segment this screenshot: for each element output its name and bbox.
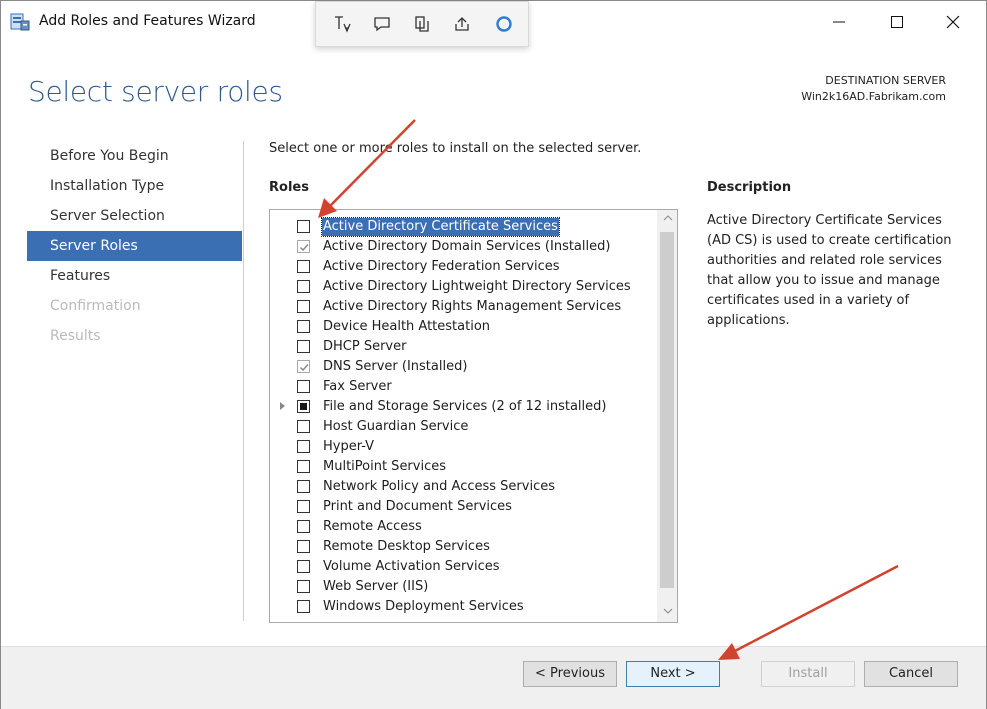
- role-checkbox[interactable]: [297, 600, 310, 613]
- nav-item-server-selection[interactable]: Server Selection: [27, 201, 242, 231]
- role-row[interactable]: Remote Access: [270, 517, 654, 537]
- role-label[interactable]: DNS Server (Installed): [323, 358, 467, 376]
- maximize-button[interactable]: [875, 7, 919, 37]
- scroll-up-icon[interactable]: [662, 214, 674, 225]
- role-checkbox[interactable]: [297, 520, 310, 533]
- role-row[interactable]: Remote Desktop Services: [270, 537, 654, 557]
- roles-list[interactable]: Active Directory Certificate Services Act…: [269, 209, 678, 623]
- role-checkbox[interactable]: [297, 480, 310, 493]
- role-label[interactable]: DHCP Server: [323, 338, 406, 356]
- cortana-circle-icon[interactable]: [494, 14, 514, 34]
- role-row[interactable]: MultiPoint Services: [270, 457, 654, 477]
- role-checkbox[interactable]: [297, 280, 310, 293]
- role-label[interactable]: Network Policy and Access Services: [323, 478, 555, 496]
- role-row[interactable]: Fax Server: [270, 377, 654, 397]
- server-manager-app-icon: [10, 13, 30, 31]
- role-label[interactable]: Active Directory Federation Services: [323, 258, 560, 276]
- role-label[interactable]: Hyper-V: [323, 438, 374, 456]
- nav-item-installation-type[interactable]: Installation Type: [27, 171, 242, 201]
- role-label[interactable]: Windows Deployment Services: [323, 598, 524, 616]
- role-checkbox[interactable]: [297, 580, 310, 593]
- role-checkbox[interactable]: [297, 460, 310, 473]
- cancel-button[interactable]: Cancel: [864, 661, 958, 687]
- role-checkbox[interactable]: [297, 560, 310, 573]
- previous-button[interactable]: < Previous: [523, 661, 617, 687]
- role-row[interactable]: Device Health Attestation: [270, 317, 654, 337]
- wizard-steps-nav: Before You Begin Installation Type Serve…: [27, 141, 242, 351]
- role-row[interactable]: Host Guardian Service: [270, 417, 654, 437]
- install-button: Install: [761, 661, 855, 687]
- role-label[interactable]: Remote Desktop Services: [323, 538, 490, 556]
- comment-icon[interactable]: [372, 14, 392, 34]
- destination-server-label: DESTINATION SERVER: [825, 74, 946, 87]
- role-label[interactable]: Web Server (IIS): [323, 578, 428, 596]
- role-checkbox[interactable]: [297, 440, 310, 453]
- roles-scrollbar[interactable]: [657, 210, 677, 622]
- role-label[interactable]: Device Health Attestation: [323, 318, 490, 336]
- share-icon[interactable]: [452, 14, 472, 34]
- role-row[interactable]: Active Directory Domain Services (Instal…: [270, 237, 654, 257]
- role-checkbox[interactable]: [297, 340, 310, 353]
- page-title: Select server roles: [28, 75, 283, 108]
- role-checkbox[interactable]: [297, 260, 310, 273]
- description-text: Active Directory Certificate Services (A…: [707, 213, 952, 328]
- nav-item-server-roles[interactable]: Server Roles: [27, 231, 242, 261]
- copy-icon[interactable]: [412, 14, 432, 34]
- role-checkbox: [297, 240, 310, 253]
- title-bar[interactable]: Add Roles and Features Wizard: [1, 1, 986, 47]
- role-label[interactable]: Active Directory Rights Management Servi…: [323, 298, 621, 316]
- role-checkbox[interactable]: [297, 400, 310, 413]
- role-checkbox[interactable]: [297, 300, 310, 313]
- close-button[interactable]: [931, 7, 975, 37]
- destination-server-name: Win2k16AD.Fabrikam.com: [801, 90, 946, 103]
- role-row[interactable]: File and Storage Services (2 of 12 insta…: [270, 397, 654, 417]
- role-label[interactable]: Active Directory Certificate Services: [321, 217, 560, 237]
- role-row[interactable]: Volume Activation Services: [270, 557, 654, 577]
- role-row[interactable]: Network Policy and Access Services: [270, 477, 654, 497]
- text-select-icon[interactable]: [332, 14, 352, 34]
- role-label[interactable]: Fax Server: [323, 378, 392, 396]
- role-row[interactable]: Active Directory Rights Management Servi…: [270, 297, 654, 317]
- role-row[interactable]: DNS Server (Installed): [270, 357, 654, 377]
- minimize-button[interactable]: [817, 7, 861, 37]
- role-label[interactable]: Host Guardian Service: [323, 418, 468, 436]
- role-row[interactable]: DHCP Server: [270, 337, 654, 357]
- role-label[interactable]: Print and Document Services: [323, 498, 512, 516]
- role-label[interactable]: Volume Activation Services: [323, 558, 500, 576]
- role-row[interactable]: Active Directory Lightweight Directory S…: [270, 277, 654, 297]
- role-checkbox[interactable]: [297, 320, 310, 333]
- role-checkbox[interactable]: [297, 540, 310, 553]
- role-checkbox[interactable]: [297, 420, 310, 433]
- role-label[interactable]: Active Directory Domain Services (Instal…: [323, 238, 610, 256]
- role-row[interactable]: Hyper-V: [270, 437, 654, 457]
- role-label[interactable]: Remote Access: [323, 518, 422, 536]
- nav-item-features[interactable]: Features: [27, 261, 242, 291]
- window-title: Add Roles and Features Wizard: [39, 13, 256, 29]
- instruction-text: Select one or more roles to install on t…: [269, 141, 642, 156]
- role-row[interactable]: Active Directory Federation Services: [270, 257, 654, 277]
- nav-item-before-you-begin[interactable]: Before You Begin: [27, 141, 242, 171]
- nav-divider: [243, 141, 244, 621]
- next-button[interactable]: Next >: [626, 661, 720, 687]
- scroll-down-icon[interactable]: [662, 607, 674, 618]
- role-checkbox[interactable]: [297, 500, 310, 513]
- role-row[interactable]: Web Server (IIS): [270, 577, 654, 597]
- roles-heading: Roles: [269, 180, 309, 195]
- role-row[interactable]: Active Directory Certificate Services: [270, 217, 654, 237]
- role-label[interactable]: MultiPoint Services: [323, 458, 446, 476]
- role-checkbox: [297, 360, 310, 373]
- role-label[interactable]: File and Storage Services (2 of 12 insta…: [323, 398, 606, 416]
- snip-toolbar: [315, 1, 529, 47]
- description-heading: Description: [707, 180, 792, 195]
- expand-arrow-icon[interactable]: [280, 402, 285, 410]
- nav-item-confirmation: Confirmation: [50, 298, 141, 314]
- scroll-thumb[interactable]: [660, 232, 674, 588]
- role-row[interactable]: Print and Document Services: [270, 497, 654, 517]
- role-row[interactable]: Windows Deployment Services: [270, 597, 654, 617]
- nav-item-results: Results: [50, 328, 101, 344]
- wizard-window: Add Roles and Features Wizard Select ser…: [0, 0, 987, 709]
- role-checkbox[interactable]: [297, 380, 310, 393]
- role-label[interactable]: Active Directory Lightweight Directory S…: [323, 278, 631, 296]
- role-checkbox[interactable]: [297, 220, 310, 233]
